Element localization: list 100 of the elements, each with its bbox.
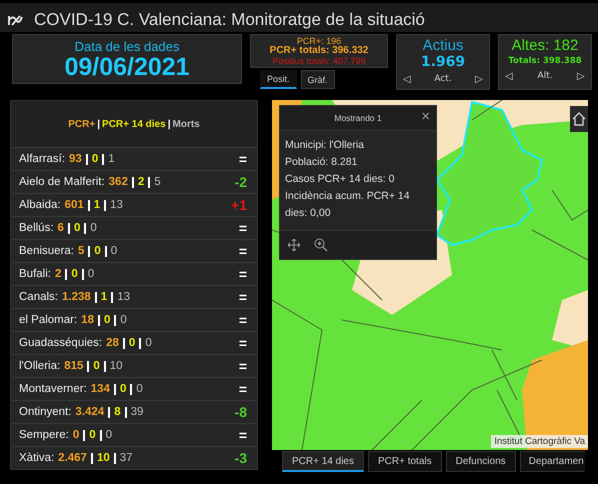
- map-attribution: Institut Cartogràfic Va: [491, 435, 588, 448]
- active-value: 1.969: [420, 54, 466, 71]
- change-value: -3: [234, 450, 247, 466]
- view-tab[interactable]: Gràf.: [300, 70, 335, 89]
- next-button[interactable]: ▷: [473, 73, 485, 85]
- popup-field: Població: 8.281: [285, 154, 430, 171]
- pcr-14-day-count: 1: [94, 199, 100, 211]
- change-value: =: [238, 289, 247, 305]
- death-count: 0: [90, 222, 97, 234]
- logo-icon: [8, 14, 24, 26]
- pcr-count: 2.467: [58, 452, 87, 464]
- change-value: =: [238, 335, 247, 351]
- municipality-name: Ontinyent:: [19, 406, 72, 418]
- close-button[interactable]: ×: [421, 108, 430, 126]
- municipality-row[interactable]: Ontinyent: 3.424 8 39 -8: [11, 400, 257, 423]
- death-count: 39: [130, 406, 144, 418]
- pcr-count: 28: [106, 337, 119, 349]
- pcr-count: 2: [54, 268, 62, 280]
- municipality-row[interactable]: Bellús: 6 0 0 =: [11, 216, 257, 239]
- change-value: -2: [234, 174, 247, 190]
- change-value: -8: [234, 404, 247, 420]
- municipality-name: Alfarrasí:: [19, 153, 66, 165]
- popup-field: Incidència acum. PCR+ 14 dies: 0,00: [285, 188, 430, 222]
- popup-field: Municipi: l'Olleria: [285, 137, 430, 154]
- active-title: Actius: [422, 37, 464, 54]
- map-tab[interactable]: Defuncions: [446, 451, 516, 472]
- change-value: =: [238, 220, 247, 236]
- municipality-row[interactable]: Sempere: 0 0 0 =: [11, 423, 257, 446]
- municipality-name: Canals:: [19, 291, 58, 303]
- municipality-name: el Palomar:: [19, 314, 78, 326]
- municipality-row[interactable]: Alfarrasí: 93 0 1 =: [11, 147, 257, 170]
- pcr-14-day-count: 0: [93, 360, 100, 372]
- death-count: 5: [154, 176, 161, 188]
- pcr-count: 18: [81, 314, 94, 326]
- map-tab[interactable]: Departamen: [520, 451, 585, 472]
- municipality-row[interactable]: el Palomar: 18 0 0 =: [11, 308, 257, 331]
- municipality-row[interactable]: Canals: 1.238 1 13 =: [11, 285, 257, 308]
- death-count: 0: [136, 383, 143, 395]
- death-count: 37: [120, 452, 133, 464]
- popup-field: Casos PCR+ 14 dies: 0: [285, 171, 430, 188]
- municipality-row[interactable]: Guadasséquies: 28 0 0 =: [11, 331, 257, 354]
- pcr-count: 6: [58, 222, 64, 234]
- home-button[interactable]: [570, 106, 588, 132]
- death-count: 0: [145, 337, 152, 349]
- change-value: =: [238, 243, 247, 259]
- death-count: 0: [120, 314, 127, 326]
- pcr-14-day-count: 0: [71, 268, 78, 280]
- change-value: =: [238, 358, 247, 374]
- pcr-count: 601: [64, 199, 84, 211]
- municipality-name: Xàtiva:: [19, 452, 54, 464]
- change-value: +1: [231, 197, 247, 213]
- move-icon[interactable]: [288, 239, 300, 251]
- death-count: 1: [108, 153, 115, 165]
- list-legend: PCR+ | PCR+ 14 dies | Morts: [11, 101, 257, 147]
- municipality-row[interactable]: l'Olleria: 815 0 10 =: [11, 354, 257, 377]
- pcr-count: 3.424: [75, 406, 104, 418]
- death-count: 0: [110, 245, 118, 257]
- municipality-row[interactable]: Montaverner: 134 0 0 =: [11, 377, 257, 400]
- pcr-count: 5: [78, 245, 84, 257]
- previous-button[interactable]: ◁: [503, 70, 515, 82]
- previous-button[interactable]: ◁: [401, 73, 413, 85]
- next-button[interactable]: ▷: [574, 70, 587, 82]
- change-value: =: [238, 427, 247, 443]
- death-count: 0: [88, 268, 94, 280]
- pcr-14-day-count: 1: [100, 291, 108, 303]
- change-value: =: [238, 381, 247, 397]
- pcr-14-day-count: 2: [138, 176, 144, 188]
- nav-label: Act.: [434, 74, 452, 84]
- discharged-total: Totals: 398.388: [508, 55, 582, 68]
- death-count: 10: [110, 360, 123, 372]
- municipality-row[interactable]: Albaida: 601 1 13 +1: [11, 193, 257, 216]
- popup-title: Mostrando 1: [334, 113, 382, 123]
- pcr-count: 0: [72, 429, 80, 441]
- municipality-name: Benisuera:: [19, 245, 74, 257]
- municipality-row[interactable]: Benisuera: 5 0 0 =: [11, 239, 257, 262]
- change-value: =: [238, 312, 247, 328]
- death-count: 13: [110, 199, 123, 211]
- nav-label: Alt.: [537, 71, 553, 81]
- municipality-row[interactable]: Bufali: 2 0 0 =: [11, 262, 257, 285]
- change-value: =: [238, 266, 247, 282]
- map-tab[interactable]: PCR+ 14 dies: [282, 451, 364, 472]
- window-title: COVID-19 C. Valenciana: Monitoratge de la situació: [34, 10, 425, 30]
- pcr-count: 134: [90, 383, 110, 395]
- pcr-14-day-count: 0: [128, 337, 136, 349]
- map-tab[interactable]: PCR+ totals: [368, 451, 442, 472]
- pcr-count: 362: [108, 176, 128, 188]
- municipality-name: Guadasséquies:: [19, 337, 102, 349]
- pcr-14-day-count: 8: [114, 406, 121, 418]
- municipality-name: Montaverner:: [19, 383, 87, 395]
- pcr-14-day-count: 0: [104, 314, 110, 326]
- zoom-in-icon[interactable]: [314, 238, 328, 252]
- municipality-row[interactable]: Aielo de Malferit: 362 2 5 -2: [11, 170, 257, 193]
- pcr-stat: PCR+: 196: [296, 36, 342, 46]
- pcr-stat: Positius totals: 407.799: [272, 56, 366, 66]
- municipality-name: Bellús:: [19, 222, 54, 234]
- municipality-row[interactable]: Xàtiva: 2.467 10 37 -3: [11, 446, 257, 469]
- death-count: 13: [117, 291, 130, 303]
- municipality-name: Albaida:: [19, 199, 61, 211]
- view-tab[interactable]: Posit.: [260, 70, 297, 89]
- municipality-name: Sempere:: [19, 429, 69, 441]
